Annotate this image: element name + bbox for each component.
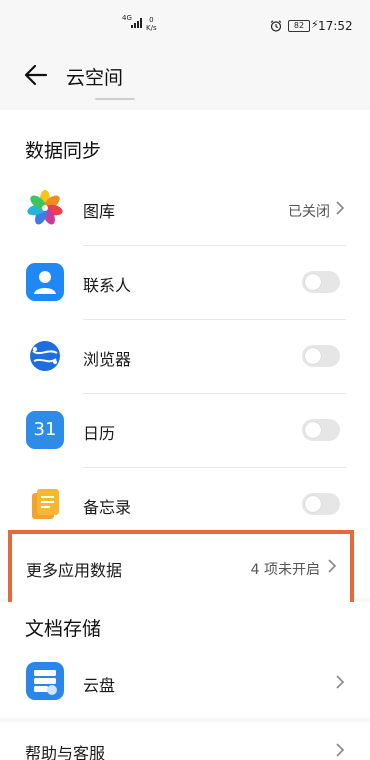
sync-item-label: 浏览器 [83, 350, 132, 369]
more-app-data-label: 更多应用数据 [26, 561, 123, 580]
sync-item-label: 图库 [83, 202, 116, 221]
toggle-knob [305, 348, 321, 364]
data-sync-card: 数据同步 图库 已关闭 联系人 浏览器 31 日历 备忘录 [0, 110, 370, 598]
chevron-right-icon [336, 201, 345, 215]
doc-storage-card: 文档存储 云盘 [0, 602, 370, 718]
back-arrow-icon[interactable] [22, 61, 50, 89]
sync-item-gallery[interactable]: 图库 已关闭 [0, 172, 370, 246]
signal-icon [131, 18, 142, 28]
contacts-toggle[interactable] [302, 271, 340, 293]
browser-icon [30, 341, 60, 371]
status-bar: 4G 0 K/s 82 ⚡ 17:52 [0, 0, 370, 52]
toggle-knob [305, 274, 321, 290]
app-header: 云空间 [0, 52, 370, 102]
more-app-data-count: 4 项未开启 [250, 562, 320, 578]
contacts-icon [26, 263, 64, 301]
sync-item-calendar: 31 日历 [0, 394, 370, 468]
notepad-toggle[interactable] [302, 493, 340, 515]
gallery-icon [27, 190, 63, 225]
alarm-icon [270, 20, 282, 32]
section-title-data-sync: 数据同步 [25, 140, 102, 162]
section-title-doc-storage: 文档存储 [25, 618, 102, 640]
calendar-icon: 31 [26, 411, 64, 449]
toggle-knob [305, 422, 321, 438]
cloud-drive-icon [26, 662, 64, 700]
browser-toggle[interactable] [302, 345, 340, 367]
network-speed: 0 K/s [146, 16, 157, 32]
chevron-right-icon [328, 559, 337, 573]
sync-item-label: 联系人 [83, 276, 132, 295]
sync-item-contacts: 联系人 [0, 246, 370, 320]
clock: 17:52 [318, 19, 353, 33]
calendar-toggle[interactable] [302, 419, 340, 441]
chevron-right-icon [336, 743, 345, 757]
gallery-status: 已关闭 [288, 204, 330, 220]
sync-item-label: 日历 [83, 424, 116, 443]
help-card[interactable]: 帮助与客服 [0, 722, 370, 760]
doc-item-label: 云盘 [83, 676, 116, 695]
sync-item-label: 备忘录 [83, 498, 132, 517]
notepad-icon [32, 489, 59, 519]
network-speed-unit: K/s [146, 24, 157, 32]
doc-item-cloud-drive[interactable]: 云盘 [0, 648, 370, 722]
chevron-right-icon [336, 675, 345, 689]
battery-indicator: 82 [288, 20, 310, 32]
page-title: 云空间 [66, 67, 124, 89]
more-app-data-row[interactable]: 更多应用数据 4 项未开启 [8, 530, 354, 608]
toggle-knob [305, 496, 321, 512]
network-speed-value: 0 [149, 16, 154, 24]
scroll-hint [95, 98, 135, 100]
sync-item-browser: 浏览器 [0, 320, 370, 394]
help-label: 帮助与客服 [25, 744, 106, 760]
